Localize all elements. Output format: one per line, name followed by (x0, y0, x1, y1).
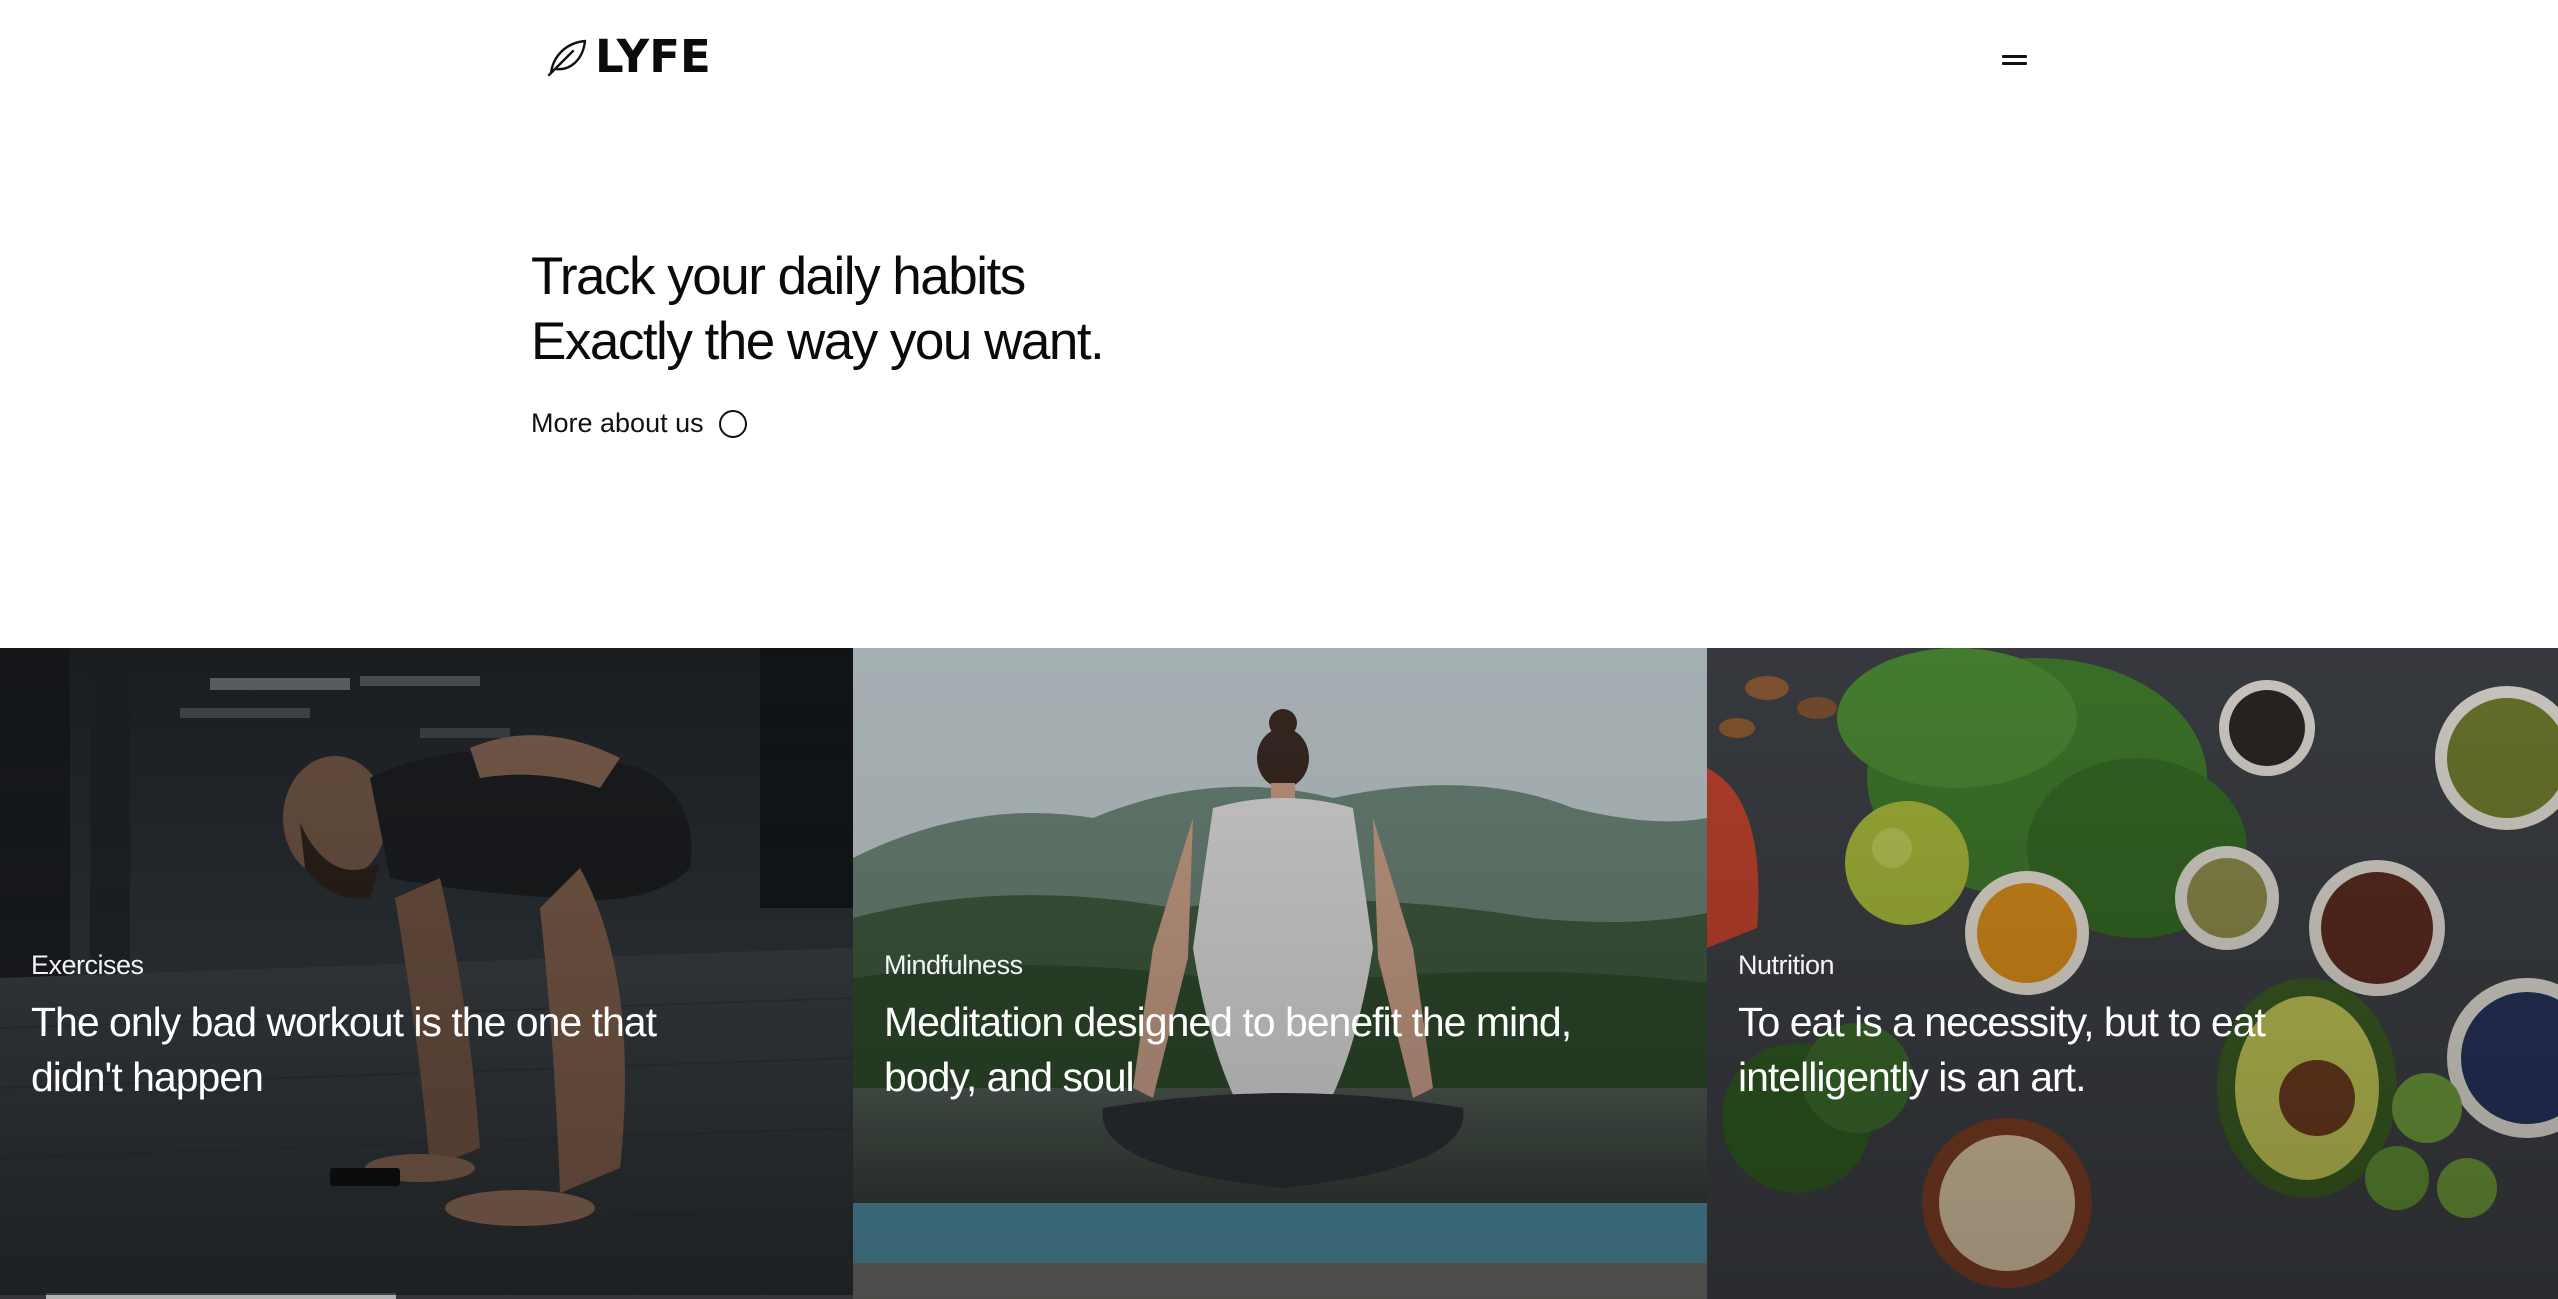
category-cards: Exercises The only bad workout is the on… (0, 648, 2558, 1299)
card-category: Mindfulness (884, 950, 1023, 980)
carousel-progress-fill (46, 1295, 396, 1299)
hero-section: Track your daily habits Exactly the way … (531, 244, 1105, 438)
card-text: Exercises The only bad workout is the on… (31, 950, 753, 1105)
brand-name: LYFE (595, 30, 711, 83)
card-exercises[interactable]: Exercises The only bad workout is the on… (0, 648, 853, 1299)
more-about-us-link[interactable]: More about us (531, 408, 747, 439)
carousel-progress-track (0, 1295, 853, 1299)
circle-icon (718, 409, 747, 438)
card-title: To eat is a necessity, but to eat intell… (1738, 999, 2266, 1100)
card-category: Exercises (31, 950, 144, 980)
hamburger-menu-icon (2002, 55, 2027, 58)
menu-button[interactable] (1998, 46, 2032, 74)
card-text: Nutrition To eat is a necessity, but to … (1738, 950, 2458, 1105)
card-category: Nutrition (1738, 950, 1835, 980)
logo-link[interactable]: LYFE (545, 34, 711, 79)
hero-title: Track your daily habits Exactly the way … (531, 244, 1105, 374)
card-title: Meditation designed to benefit the mind,… (884, 999, 1572, 1100)
card-mindfulness[interactable]: Mindfulness Meditation designed to benef… (853, 648, 1707, 1299)
hero-title-line-1: Track your daily habits (531, 247, 1026, 306)
leaf-icon (547, 39, 587, 76)
hamburger-menu-icon-line (2002, 62, 2027, 65)
site-header: LYFE (0, 0, 2558, 120)
more-about-us-label: More about us (531, 408, 704, 438)
card-text: Mindfulness Meditation designed to benef… (884, 950, 1607, 1105)
card-title: The only bad workout is the one that did… (31, 999, 657, 1100)
card-nutrition[interactable]: Nutrition To eat is a necessity, but to … (1707, 648, 2558, 1299)
hero-title-line-2: Exactly the way you want. (531, 312, 1105, 371)
